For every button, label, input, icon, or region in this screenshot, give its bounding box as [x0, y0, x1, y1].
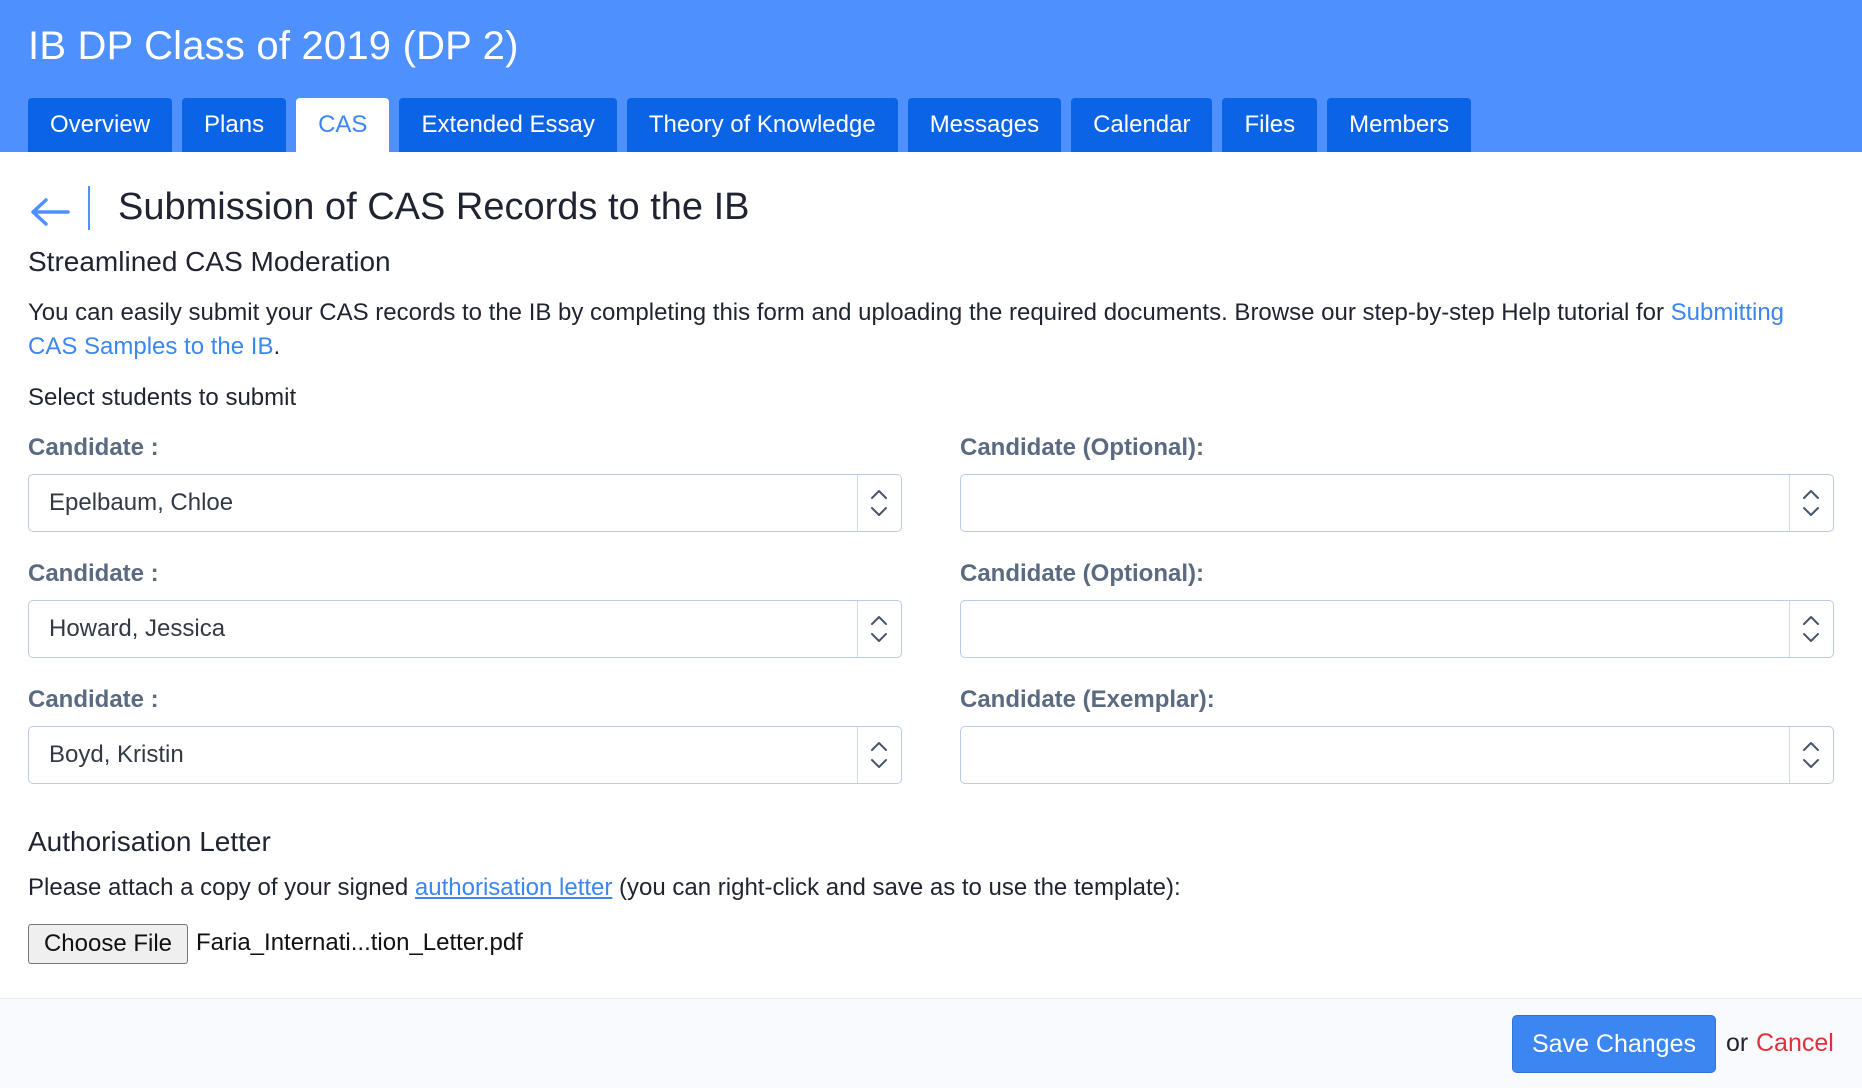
description-text: You can easily submit your CAS records t… — [28, 299, 1664, 326]
authorisation-text-before: Please attach a copy of your signed — [28, 874, 409, 901]
authorisation-heading: Authorisation Letter — [28, 826, 271, 857]
chevron-up-down-icon — [857, 727, 901, 783]
candidate-3-value: Boyd, Kristin — [49, 741, 184, 768]
tab-cas[interactable]: CAS — [296, 98, 390, 152]
page-title: Submission of CAS Records to the IB — [118, 186, 750, 228]
cancel-link[interactable]: Cancel — [1756, 1029, 1834, 1058]
candidate-2-label: Candidate : — [28, 560, 159, 587]
candidate-optional-1-label: Candidate (Optional): — [960, 434, 1204, 461]
candidate-1-select[interactable]: Epelbaum, Chloe — [28, 474, 902, 532]
candidate-optional-2-select[interactable] — [960, 600, 1834, 658]
chevron-up-down-icon — [1789, 475, 1833, 531]
candidate-optional-1-select[interactable] — [960, 474, 1834, 532]
description: You can easily submit your CAS records t… — [28, 296, 1828, 364]
class-title: IB DP Class of 2019 (DP 2) — [28, 24, 519, 68]
candidate-2-value: Howard, Jessica — [49, 615, 226, 642]
candidate-3-select[interactable]: Boyd, Kristin — [28, 726, 902, 784]
tab-plans[interactable]: Plans — [182, 98, 287, 152]
choose-file-button[interactable]: Choose File — [28, 924, 188, 964]
candidate-1-value: Epelbaum, Chloe — [49, 489, 234, 516]
tab-calendar[interactable]: Calendar — [1071, 98, 1213, 152]
arrow-left-icon[interactable] — [28, 190, 72, 230]
authorisation-letter-link[interactable]: authorisation letter — [415, 874, 612, 901]
candidate-exemplar-label: Candidate (Exemplar): — [960, 686, 1215, 713]
tab-messages[interactable]: Messages — [907, 98, 1062, 152]
save-changes-button[interactable]: Save Changes — [1512, 1015, 1716, 1073]
tab-bar: Overview Plans CAS Extended Essay Theory… — [28, 98, 1472, 152]
tab-extended-essay[interactable]: Extended Essay — [399, 98, 617, 152]
authorisation-instructions: Please attach a copy of your signed auth… — [28, 874, 1181, 902]
select-students-prompt: Select students to submit — [28, 384, 297, 411]
selected-file-name: Faria_Internati...tion_Letter.pdf — [196, 929, 523, 956]
candidate-1-label: Candidate : — [28, 434, 159, 461]
chevron-up-down-icon — [857, 475, 901, 531]
top-header: IB DP Class of 2019 (DP 2) Overview Plan… — [0, 0, 1862, 152]
chevron-up-down-icon — [1789, 727, 1833, 783]
chevron-up-down-icon — [1789, 601, 1833, 657]
tab-files[interactable]: Files — [1222, 98, 1318, 152]
form-footer: Save Changes or Cancel — [0, 998, 1862, 1088]
description-end: . — [273, 333, 281, 360]
tab-members[interactable]: Members — [1327, 98, 1472, 152]
candidate-2-select[interactable]: Howard, Jessica — [28, 600, 902, 658]
candidate-3-label: Candidate : — [28, 686, 159, 713]
candidate-optional-2-label: Candidate (Optional): — [960, 560, 1204, 587]
authorisation-text-after: (you can right-click and save as to use … — [619, 874, 1181, 901]
tab-theory-of-knowledge[interactable]: Theory of Knowledge — [626, 98, 898, 152]
title-divider — [88, 186, 90, 230]
tab-overview[interactable]: Overview — [28, 98, 173, 152]
chevron-up-down-icon — [857, 601, 901, 657]
candidate-exemplar-select[interactable] — [960, 726, 1834, 784]
section-subtitle: Streamlined CAS Moderation — [28, 246, 391, 277]
or-text: or — [1726, 1029, 1749, 1057]
